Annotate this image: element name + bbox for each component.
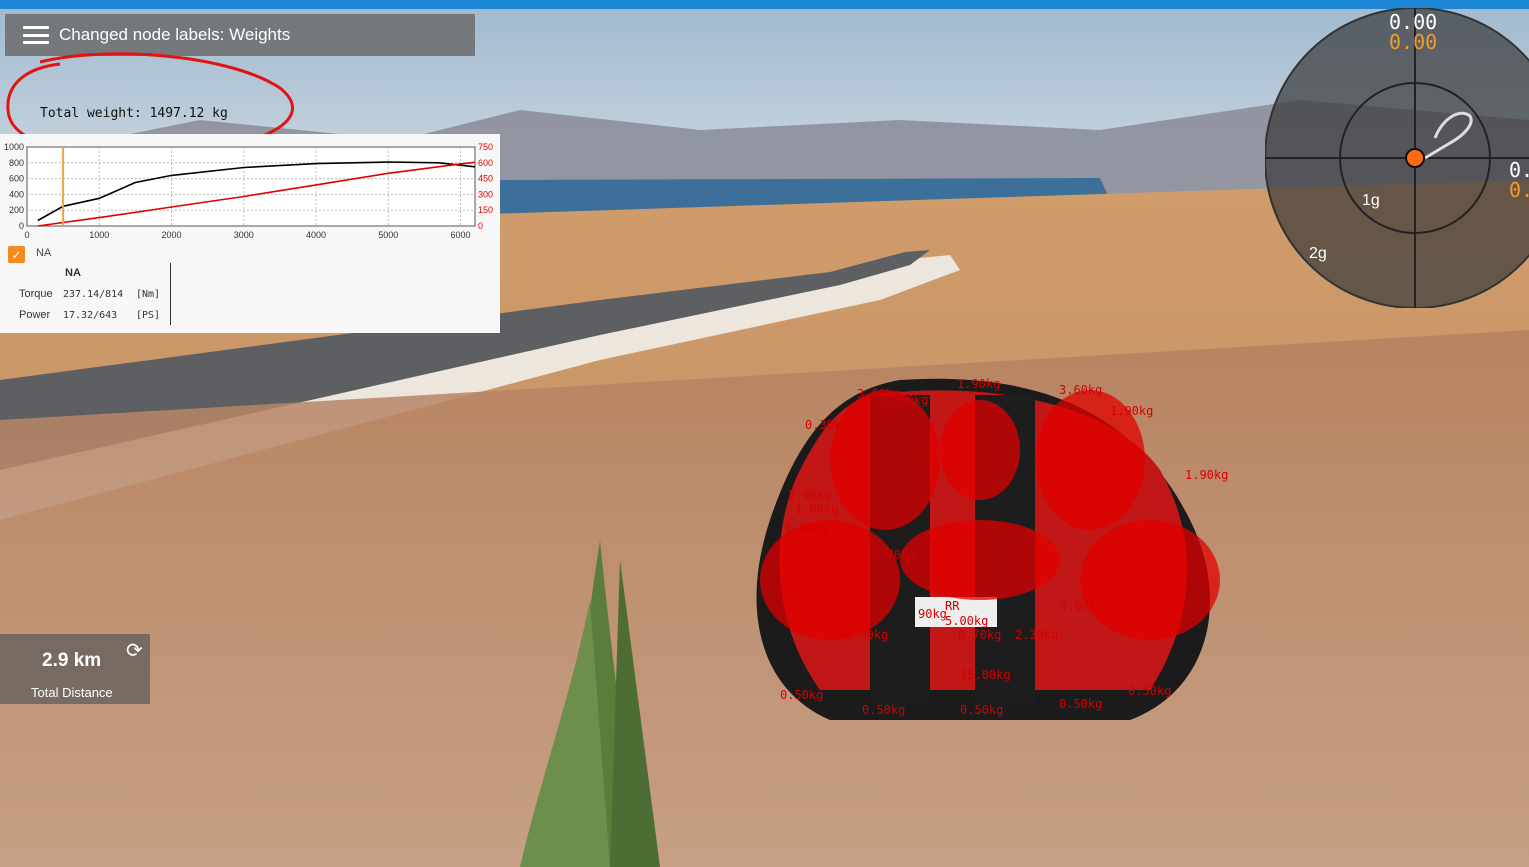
right-tick-label: 150	[478, 205, 493, 215]
g-force-y-value: 0.00	[1389, 30, 1438, 54]
left-tick-label: 200	[9, 205, 24, 215]
plot-area	[26, 146, 476, 227]
power-label: Power	[19, 309, 51, 321]
table-divider	[170, 263, 171, 325]
right-tick-label: 0	[478, 221, 483, 231]
left-tick-label: 400	[9, 189, 24, 199]
engine-panel: 0 1000 2000 3000 4000 5000 6000 1000 800 600 400 20…	[0, 134, 500, 333]
x-tick-label: 5000	[378, 230, 398, 240]
x-tick-label: 6000	[451, 230, 471, 240]
right-tick-label: 750	[478, 142, 493, 152]
right-tick-label: 300	[478, 189, 493, 199]
na-checkbox-label: NA	[36, 247, 52, 259]
x-tick-label: 3000	[234, 230, 254, 240]
x-tick-label: 2000	[162, 230, 182, 240]
engine-table-header: NA	[65, 267, 81, 279]
x-tick-label: 0	[24, 230, 29, 240]
g-force-right-value-2: 0.	[1509, 178, 1529, 202]
x-tick-label: 4000	[306, 230, 326, 240]
left-tick-label: 1000	[4, 142, 24, 152]
torque-label: Torque	[19, 288, 53, 300]
na-checkbox[interactable]: ✓	[8, 246, 25, 263]
power-unit: [PS]	[136, 310, 161, 321]
torque-unit: [Nm]	[136, 289, 161, 300]
distance-widget: 2.9 km Total Distance ⟳	[0, 634, 150, 704]
distance-label: Total Distance	[31, 685, 113, 700]
ring-1g-label: 1g	[1362, 192, 1380, 209]
right-tick-label: 600	[478, 158, 493, 168]
ring-2g-label: 2g	[1309, 245, 1327, 262]
message-text: Changed node labels: Weights	[59, 25, 291, 44]
torque-value: 237.14/814	[63, 289, 124, 300]
torque-power-chart: 0 1000 2000 3000 4000 5000 6000100080060040020…	[4, 142, 493, 240]
menu-icon[interactable]	[23, 26, 49, 44]
left-tick-label: 0	[19, 221, 24, 231]
refresh-icon[interactable]: ⟳	[126, 638, 143, 663]
total-weight: Total weight: 1497.12 kg	[40, 106, 228, 121]
left-tick-label: 600	[9, 174, 24, 184]
x-tick-label: 1000	[89, 230, 109, 240]
power-value: 17.32/643	[63, 310, 118, 321]
left-tick-label: 800	[9, 158, 24, 168]
right-tick-label: 450	[478, 174, 493, 184]
distance-value: 2.9 km	[42, 650, 102, 671]
